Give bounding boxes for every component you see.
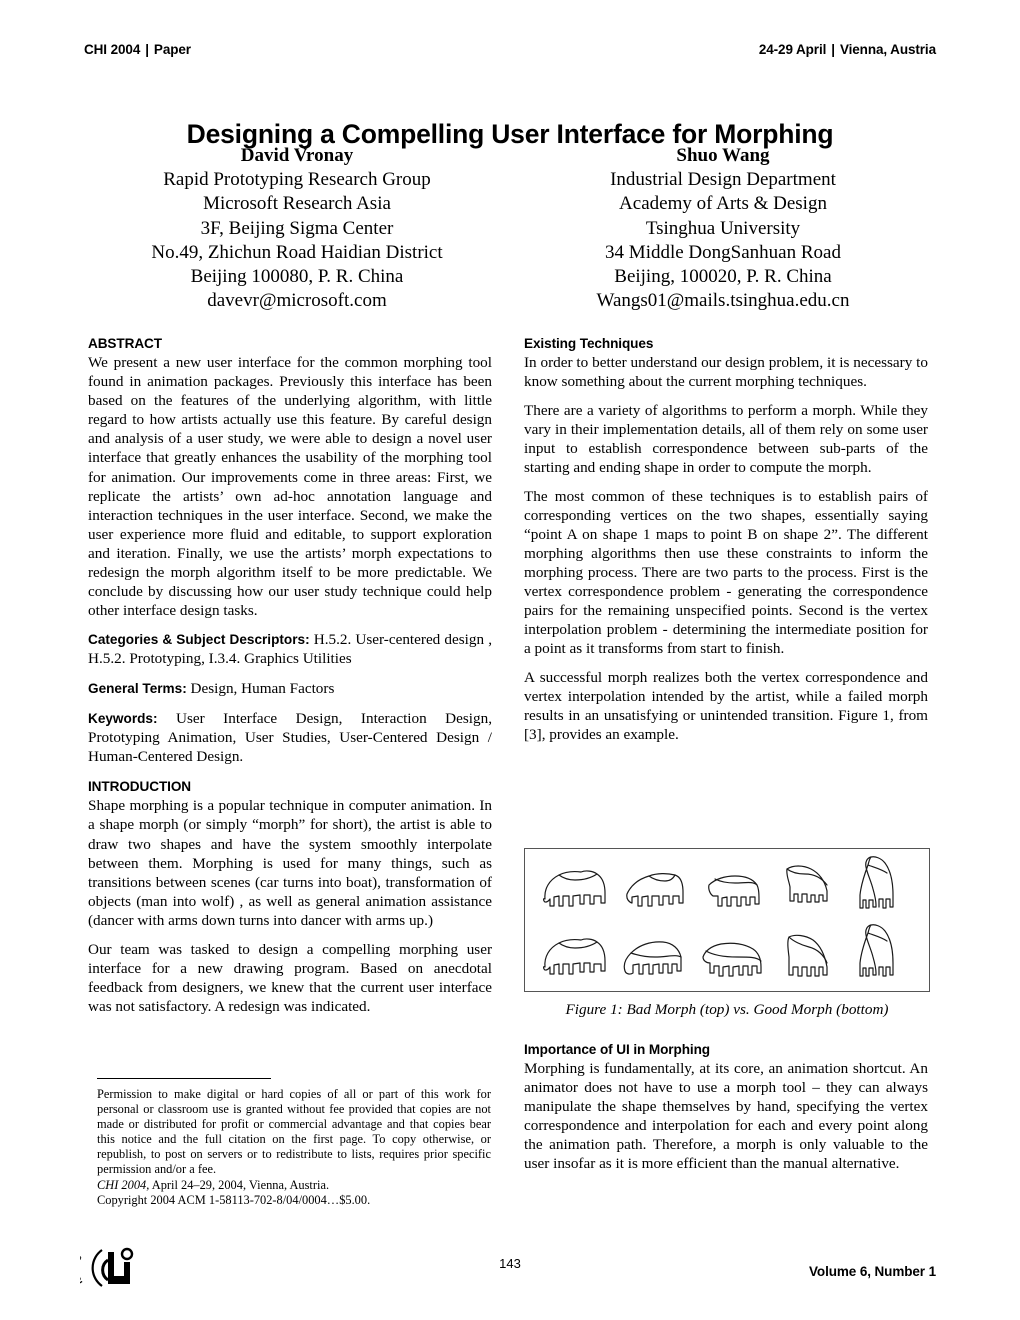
- author-affiliation-line: Tsinghua University: [645, 217, 801, 239]
- author-affiliation-line: Industrial Design Department: [610, 169, 836, 191]
- author-column-1: David Vronay Rapid Prototyping Research …: [84, 144, 510, 313]
- shape-bad-5: [859, 856, 894, 909]
- existing-techniques-paragraph-1: In order to better understand our design…: [524, 354, 928, 391]
- existing-techniques-heading: Existing Techniques: [524, 336, 654, 351]
- running-header-right: 24-29 April | Vienna, Austria: [759, 42, 936, 57]
- importance-heading: Importance of UI in Morphing: [524, 1042, 710, 1057]
- shape-bad-4: [786, 865, 828, 903]
- author-affiliation-line: Beijing, 100020, P. R. China: [614, 266, 832, 288]
- author-affiliation-line: Rapid Prototyping Research Group: [163, 169, 431, 191]
- copyright-permission: Permission to make digital or hard copie…: [97, 1087, 491, 1177]
- introduction-heading: INTRODUCTION: [88, 779, 192, 795]
- volume-info: Volume 6, Number 1: [809, 1264, 936, 1279]
- importance-paragraph-1: Morphing is fundamentally, at its core, …: [524, 1060, 928, 1173]
- general-terms-block: General Terms: Design, Human Factors: [88, 679, 492, 698]
- conference-location: Vienna, Austria: [839, 42, 936, 57]
- abstract-text: We present a new user interface for the …: [88, 354, 492, 620]
- shape-good-2: [623, 941, 682, 975]
- paper-page: CHI 2004 | Paper 24-29 April | Vienna, Austr…: [0, 0, 1020, 1320]
- running-header: CHI 2004 | Paper 24-29 April | Vienna, Austr…: [84, 42, 936, 57]
- morph-sequence-svg: [542, 856, 894, 977]
- header-separator-right: |: [831, 42, 835, 57]
- shape-good-3: [702, 942, 762, 977]
- author-email[interactable]: Wangs01@mails.tsinghua.edu.cn: [510, 289, 936, 313]
- general-terms-value: Design, Human Factors: [190, 680, 335, 697]
- author-affiliation-line: No.49, Zhichun Road Haidian District: [151, 241, 443, 263]
- shape-bad-1: [542, 870, 606, 907]
- author-column-2: Shuo Wang Industrial Design Department A…: [510, 144, 936, 313]
- author-affiliation-line: 34 Middle DongSanhuan Road: [605, 241, 841, 263]
- shape-bad-2: [626, 873, 684, 907]
- existing-techniques-paragraph-2: There are a variety of algorithms to per…: [524, 401, 928, 476]
- introduction-paragraph-2: Our team was tasked to design a compelli…: [88, 940, 492, 1015]
- general-terms-label: General Terms:: [88, 681, 187, 696]
- copyright-conference-detail: April 24–29, 2004, Vienna, Austria.: [149, 1177, 330, 1192]
- importance-section: Importance of UI in Morphing Morphing is…: [524, 1042, 928, 1183]
- categories-block: Categories & Subject Descriptors: H.5.2.…: [88, 630, 492, 668]
- author-name: David Vronay: [240, 145, 354, 166]
- shape-good-5: [859, 924, 894, 977]
- copyright-conference-name: CHI 2004,: [97, 1177, 150, 1192]
- copyright-rule: [97, 1078, 271, 1079]
- author-affiliation-line: Microsoft Research Asia: [203, 193, 391, 215]
- shape-good-4: [787, 934, 828, 977]
- author-name: Shuo Wang: [676, 145, 770, 166]
- conference-name: CHI 2004: [84, 42, 141, 57]
- paper-type: Paper: [153, 42, 191, 57]
- author-block: David Vronay Rapid Prototyping Research …: [84, 144, 936, 313]
- author-email[interactable]: davevr@microsoft.com: [84, 289, 510, 313]
- copyright-line: Copyright 2004 ACM 1-58113-702-8/04/0004…: [97, 1192, 371, 1207]
- keywords-label: Keywords:: [88, 711, 158, 727]
- categories-label: Categories & Subject Descriptors:: [88, 631, 310, 647]
- author-affiliation-line: Beijing 100080, P. R. China: [190, 266, 404, 288]
- keywords-block: Keywords: User Interface Design, Interac…: [88, 709, 492, 766]
- existing-techniques-paragraph-4: A successful morph realizes both the ver…: [524, 668, 928, 744]
- shape-bad-3: [708, 875, 760, 907]
- author-affiliation-line: Academy of Arts & Design: [619, 193, 827, 215]
- introduction-paragraph-1: Shape morphing is a popular technique in…: [88, 797, 492, 929]
- running-header-left: CHI 2004 | Paper: [84, 42, 191, 57]
- header-separator-left: |: [145, 42, 149, 57]
- abstract-heading: ABSTRACT: [88, 336, 162, 351]
- left-column: ABSTRACT We present a new user interface…: [88, 336, 492, 1025]
- copyright-conference: CHI 2004, April 24–29, 2004, Vienna, Aus…: [97, 1178, 491, 1193]
- author-affiliation-line: 3F, Beijing Sigma Center: [200, 217, 394, 239]
- right-column: Existing Techniques In order to better u…: [524, 336, 928, 754]
- shape-good-1: [542, 938, 606, 975]
- copyright-notice: Permission to make digital or hard copie…: [97, 1078, 491, 1208]
- existing-techniques-paragraph-3: The most common of these techniques is t…: [524, 487, 928, 658]
- figure-1-image: [524, 848, 930, 992]
- figure-1-caption: Figure 1: Bad Morph (top) vs. Good Morph…: [565, 1001, 889, 1018]
- conference-dates: 24-29 April: [758, 42, 827, 57]
